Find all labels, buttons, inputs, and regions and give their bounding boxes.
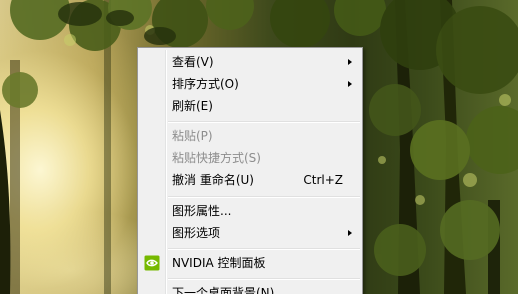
menu-separator	[168, 121, 360, 123]
menu-item-paste: 粘贴(P)	[140, 125, 360, 147]
menu-item-label: 排序方式(O)	[172, 77, 239, 91]
menu-item-paste-shortcut: 粘贴快捷方式(S)	[140, 147, 360, 169]
menu-item-undo-rename[interactable]: 撤消 重命名(U) Ctrl+Z	[140, 169, 360, 191]
context-menu: 查看(V) 排序方式(O) 刷新(E) 粘贴(P) 粘贴快捷方式(S) 撤消 重…	[137, 47, 363, 294]
menu-separator	[168, 278, 360, 280]
menu-item-label: 撤消 重命名(U)	[172, 173, 254, 187]
menu-item-label: 查看(V)	[172, 55, 214, 69]
menu-item-label: 图形选项	[172, 226, 221, 240]
menu-item-next-desktop-background[interactable]: 下一个桌面背景(N)	[140, 282, 360, 294]
submenu-arrow-icon	[348, 59, 352, 65]
desktop[interactable]: 查看(V) 排序方式(O) 刷新(E) 粘贴(P) 粘贴快捷方式(S) 撤消 重…	[0, 0, 518, 294]
menu-item-refresh[interactable]: 刷新(E)	[140, 95, 360, 117]
menu-item-label: 刷新(E)	[172, 99, 213, 113]
menu-item-label: 图形属性...	[172, 204, 232, 218]
menu-item-label: 粘贴(P)	[172, 129, 213, 143]
menu-item-label: NVIDIA 控制面板	[172, 256, 266, 270]
submenu-arrow-icon	[348, 81, 352, 87]
menu-item-nvidia-control-panel[interactable]: NVIDIA 控制面板	[140, 252, 360, 274]
menu-item-sort-by[interactable]: 排序方式(O)	[140, 73, 360, 95]
menu-item-graphics-options[interactable]: 图形选项	[140, 222, 360, 244]
menu-item-graphics-properties[interactable]: 图形属性...	[140, 200, 360, 222]
menu-item-label: 下一个桌面背景(N)	[172, 286, 275, 294]
nvidia-icon	[144, 255, 160, 271]
menu-item-shortcut: Ctrl+Z	[303, 173, 343, 187]
menu-separator	[168, 248, 360, 250]
menu-separator	[168, 196, 360, 198]
menu-item-label: 粘贴快捷方式(S)	[172, 151, 261, 165]
menu-item-view[interactable]: 查看(V)	[140, 51, 360, 73]
submenu-arrow-icon	[348, 230, 352, 236]
